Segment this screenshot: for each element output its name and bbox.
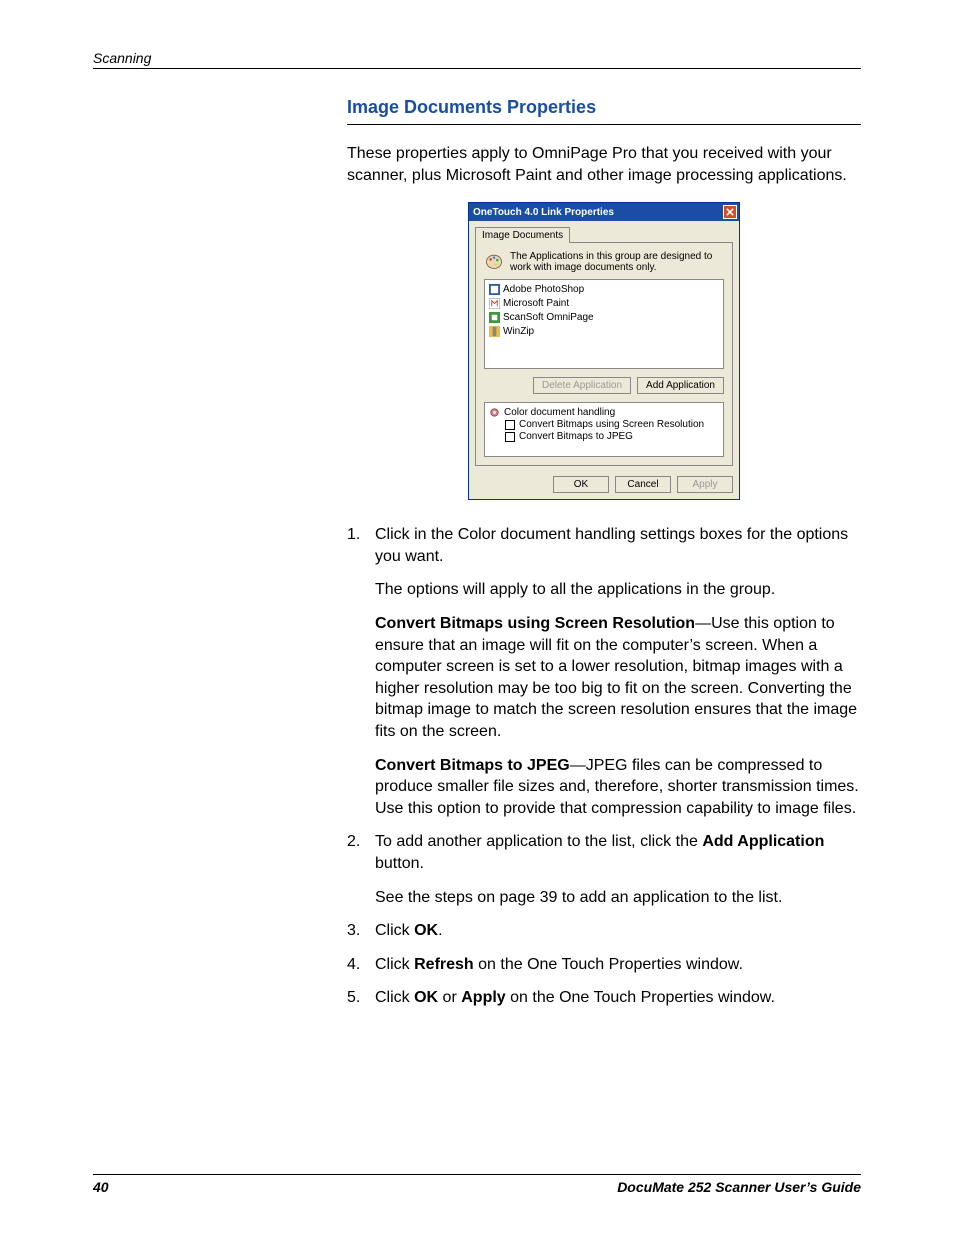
add-application-button[interactable]: Add Application (637, 377, 724, 394)
ui-ref: Add Application (702, 833, 824, 850)
step-text: . (438, 922, 442, 939)
definition: —Use this option to ensure that an image… (375, 615, 857, 740)
step-text: To add another application to the list, … (375, 833, 702, 850)
ui-ref: Apply (461, 989, 505, 1006)
step-text: Convert Bitmaps to JPEG—JPEG files can b… (375, 755, 861, 820)
intro-paragraph: These properties apply to OmniPage Pro t… (347, 143, 861, 186)
ui-ref: OK (414, 922, 438, 939)
step-text: on the One Touch Properties window. (474, 956, 743, 973)
apply-button[interactable]: Apply (677, 476, 733, 493)
palette-icon (484, 251, 504, 271)
step-text: See the steps on page 39 to add an appli… (375, 887, 861, 909)
ui-ref: OK (414, 989, 438, 1006)
page-number: 40 (93, 1179, 109, 1195)
section-heading: Image Documents Properties (347, 97, 861, 125)
tab-panel: The Applications in this group are desig… (475, 242, 733, 466)
step-text: on the One Touch Properties window. (506, 989, 775, 1006)
tab-image-documents[interactable]: Image Documents (475, 227, 570, 243)
link-properties-dialog: OneTouch 4.0 Link Properties Image Docum… (468, 202, 740, 500)
step-text: Click (375, 956, 414, 973)
app-name: ScanSoft OmniPage (503, 312, 594, 323)
step-text: Click in the Color document handling set… (375, 526, 848, 565)
term: Convert Bitmaps using Screen Resolution (375, 615, 695, 632)
list-item[interactable]: ScanSoft OmniPage (489, 310, 719, 324)
checkbox-screen-resolution[interactable] (505, 420, 515, 430)
list-item[interactable]: Microsoft Paint (489, 296, 719, 310)
page-footer: 40 DocuMate 252 Scanner User’s Guide (93, 1174, 861, 1195)
list-item[interactable]: WinZip (489, 324, 719, 338)
step-4: Click Refresh on the One Touch Propertie… (347, 954, 861, 976)
dialog-titlebar: OneTouch 4.0 Link Properties (469, 203, 739, 221)
step-text: Click (375, 922, 414, 939)
app-icon (489, 284, 500, 295)
app-icon (489, 312, 500, 323)
checkbox-jpeg[interactable] (505, 432, 515, 442)
cancel-button[interactable]: Cancel (615, 476, 671, 493)
step-1: Click in the Color document handling set… (347, 524, 861, 819)
ui-ref: Refresh (414, 956, 474, 973)
list-item[interactable]: Adobe PhotoShop (489, 282, 719, 296)
steps-list: Click in the Color document handling set… (347, 524, 861, 1009)
options-heading: Color document handling (504, 407, 615, 418)
step-3: Click OK. (347, 920, 861, 942)
app-icon (489, 298, 500, 309)
book-title: DocuMate 252 Scanner User’s Guide (617, 1179, 861, 1195)
gear-icon (489, 407, 500, 418)
app-name: Microsoft Paint (503, 298, 569, 309)
app-icon (489, 326, 500, 337)
application-list[interactable]: Adobe PhotoShop Microsoft Paint ScanSoft… (484, 279, 724, 369)
group-description: The Applications in this group are desig… (510, 251, 724, 273)
step-2: To add another application to the list, … (347, 831, 861, 908)
step-text: or (438, 989, 461, 1006)
running-header: Scanning (93, 50, 861, 69)
option-label: Convert Bitmaps to JPEG (519, 431, 633, 442)
options-box: Color document handling Convert Bitmaps … (484, 402, 724, 457)
dialog-title: OneTouch 4.0 Link Properties (473, 207, 614, 218)
step-text: Click (375, 989, 414, 1006)
term: Convert Bitmaps to JPEG (375, 757, 570, 774)
ok-button[interactable]: OK (553, 476, 609, 493)
close-icon[interactable] (723, 205, 737, 219)
step-text: Convert Bitmaps using Screen Resolution—… (375, 613, 861, 743)
app-name: Adobe PhotoShop (503, 284, 584, 295)
option-label: Convert Bitmaps using Screen Resolution (519, 419, 704, 430)
step-5: Click OK or Apply on the One Touch Prope… (347, 987, 861, 1009)
step-text: The options will apply to all the applic… (375, 579, 861, 601)
app-name: WinZip (503, 326, 534, 337)
delete-application-button[interactable]: Delete Application (533, 377, 631, 394)
step-text: button. (375, 855, 424, 872)
